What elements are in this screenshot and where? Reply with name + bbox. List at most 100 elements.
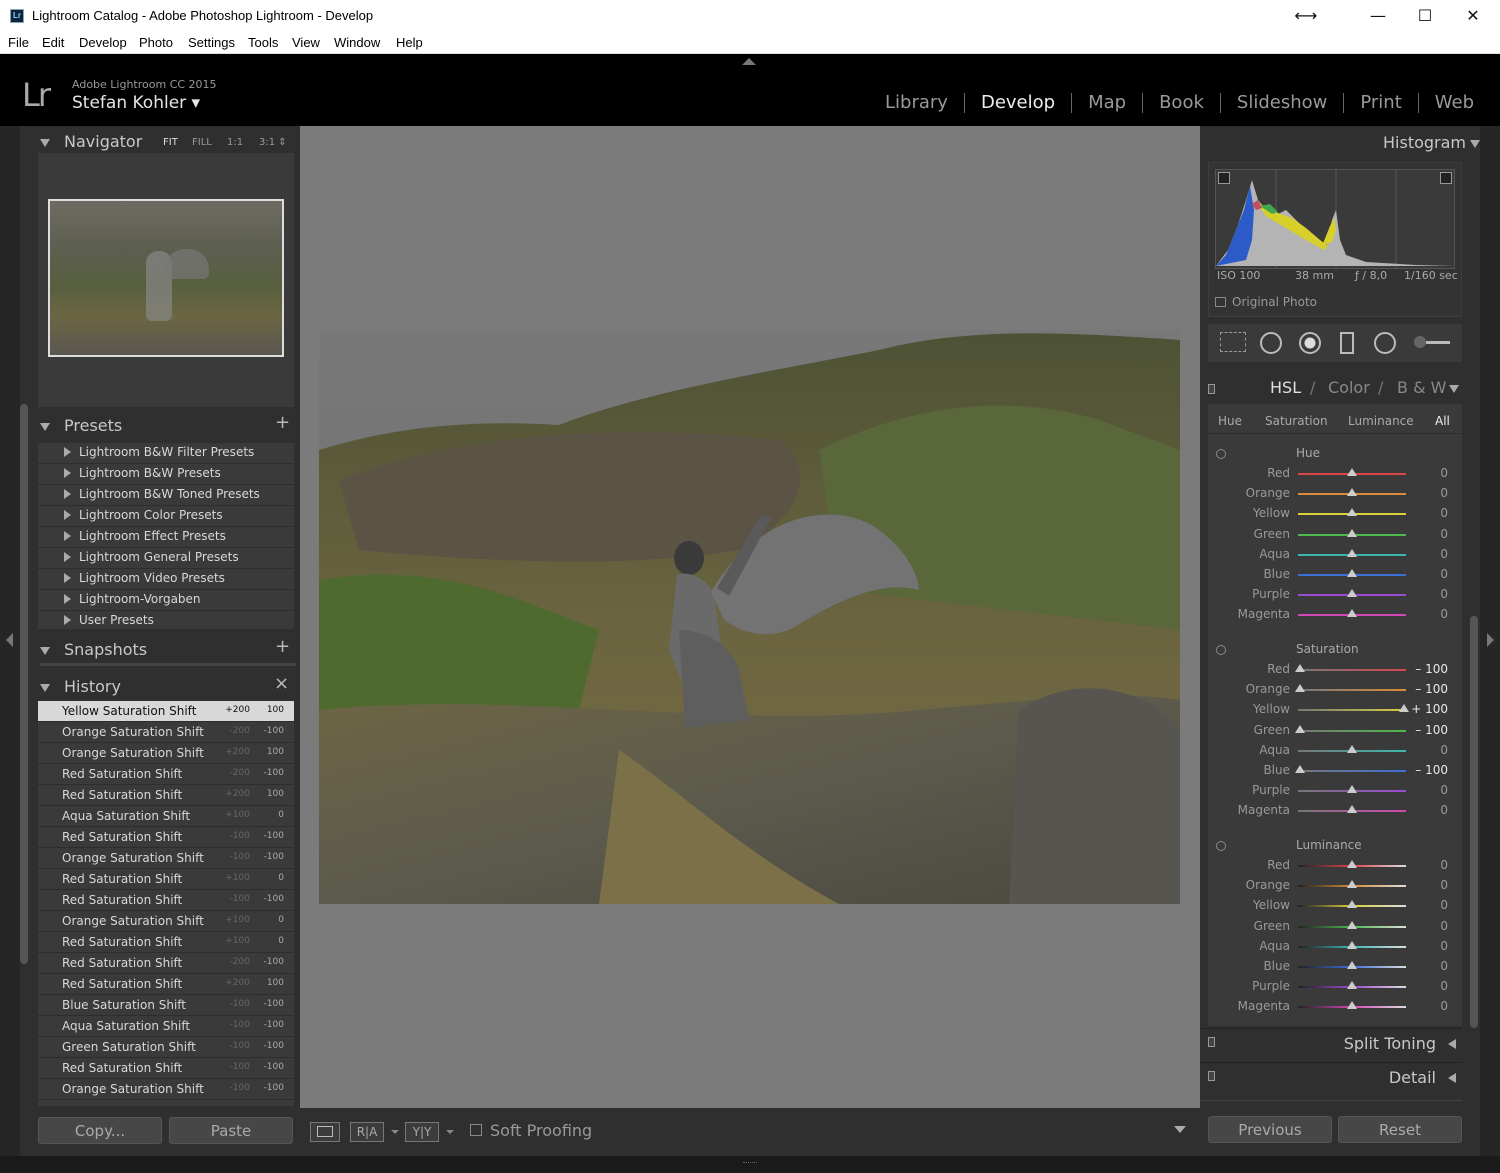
menu-window[interactable]: Window [334, 35, 380, 50]
subtab-saturation[interactable]: Saturation [1265, 414, 1328, 428]
hsl-slider-row[interactable]: Red 0 [1208, 856, 1462, 876]
close-button[interactable]: ✕ [1453, 4, 1493, 28]
panel-switch-icon[interactable] [1208, 384, 1215, 394]
slider-value[interactable]: 0 [1440, 743, 1448, 757]
slider-value[interactable]: 0 [1440, 587, 1448, 601]
slider-value[interactable]: + 100 [1411, 702, 1448, 716]
before-after-swap[interactable]: Y|Y [405, 1122, 439, 1142]
main-photo[interactable] [319, 330, 1180, 904]
hsl-slider-row[interactable]: Yellow 0 [1208, 896, 1462, 916]
slider-thumb[interactable] [1347, 900, 1357, 909]
slider-thumb[interactable] [1347, 609, 1357, 618]
adjustment-brush-icon[interactable] [1414, 336, 1450, 350]
module-develop[interactable]: Develop [963, 93, 1071, 113]
slider-track[interactable] [1298, 729, 1406, 732]
history-item[interactable]: Red Saturation Shift -100 -100 [38, 827, 294, 848]
history-item[interactable]: Orange Saturation Shift +100 0 [38, 911, 294, 932]
hsl-slider-row[interactable]: Aqua 0 [1208, 937, 1462, 957]
history-header[interactable]: History × [40, 673, 296, 703]
menu-tools[interactable]: Tools [248, 35, 278, 50]
menu-edit[interactable]: Edit [42, 35, 64, 50]
slider-thumb[interactable] [1347, 785, 1357, 794]
module-print[interactable]: Print [1343, 93, 1417, 113]
minimize-button[interactable]: — [1358, 4, 1398, 28]
slider-thumb[interactable] [1347, 961, 1357, 969]
history-item[interactable]: Red Saturation Shift -100 -100 [38, 1058, 294, 1079]
collapse-right-panel-icon[interactable] [1487, 633, 1494, 647]
preset-folder[interactable]: Lightroom Effect Presets [38, 527, 294, 548]
hsl-slider-row[interactable]: Green 0 [1208, 917, 1462, 937]
slider-thumb[interactable] [1347, 805, 1357, 814]
hsl-slider-row[interactable]: Magenta 0 [1208, 801, 1462, 821]
slider-value[interactable]: – 100 [1415, 763, 1448, 777]
module-book[interactable]: Book [1142, 93, 1220, 113]
maximize-button[interactable]: ☐ [1405, 4, 1445, 28]
hsl-slider-row[interactable]: Magenta 0 [1208, 605, 1462, 625]
tab-hsl[interactable]: HSL [1270, 378, 1301, 397]
slider-thumb[interactable] [1347, 1001, 1357, 1010]
slider-thumb[interactable] [1347, 569, 1357, 577]
hsl-slider-row[interactable]: Aqua 0 [1208, 545, 1462, 565]
hsl-slider-row[interactable]: Aqua 0 [1208, 741, 1462, 761]
slider-value[interactable]: – 100 [1415, 723, 1448, 737]
history-item[interactable]: Orange Saturation Shift -200 -100 [38, 722, 294, 743]
hsl-slider-row[interactable]: Purple 0 [1208, 977, 1462, 997]
history-item[interactable]: Red Saturation Shift -200 -100 [38, 764, 294, 785]
user-name[interactable]: Stefan Kohler ▾ [72, 93, 200, 113]
targeted-adjustment-icon[interactable] [1216, 841, 1226, 851]
reset-button[interactable]: Reset [1338, 1116, 1462, 1143]
zoom-1-1[interactable]: 1:1 [227, 137, 243, 148]
hsl-slider-row[interactable]: Yellow 0 [1208, 504, 1462, 524]
slider-track[interactable] [1298, 689, 1406, 692]
collapse-top-panel-icon[interactable] [742, 58, 756, 65]
histogram-header[interactable]: Histogram [1383, 133, 1480, 152]
hsl-slider-row[interactable]: Orange – 100 [1208, 680, 1462, 700]
history-item[interactable]: Blue Saturation Shift -100 -100 [38, 995, 294, 1016]
hsl-slider-row[interactable]: Red – 100 [1208, 660, 1462, 680]
histogram-graph[interactable] [1215, 169, 1455, 269]
slider-track[interactable] [1298, 770, 1406, 772]
history-item[interactable]: Red Saturation Shift +200 100 [38, 785, 294, 806]
paste-button[interactable]: Paste [169, 1117, 293, 1144]
slider-thumb[interactable] [1347, 880, 1357, 889]
slider-value[interactable]: 0 [1440, 898, 1448, 912]
history-item[interactable]: Aqua Saturation Shift +100 0 [38, 806, 294, 827]
history-item[interactable]: Red Saturation Shift -200 -100 [38, 953, 294, 974]
history-item[interactable]: Aqua Saturation Shift -100 -100 [38, 1016, 294, 1037]
menu-help[interactable]: Help [396, 35, 423, 50]
subtab-all[interactable]: All [1435, 414, 1450, 428]
menu-view[interactable]: View [292, 35, 320, 50]
hsl-slider-row[interactable]: Magenta 0 [1208, 997, 1462, 1017]
zoom-fit[interactable]: FIT [163, 137, 178, 148]
slider-thumb[interactable] [1347, 920, 1357, 929]
preset-folder[interactable]: Lightroom Video Presets [38, 569, 294, 590]
slider-value[interactable]: 0 [1440, 878, 1448, 892]
slider-value[interactable]: 0 [1440, 858, 1448, 872]
slider-value[interactable]: 0 [1440, 999, 1448, 1013]
before-after-dropdown-icon[interactable] [391, 1130, 399, 1134]
radial-filter-icon[interactable] [1374, 332, 1396, 354]
slider-value[interactable]: 0 [1440, 783, 1448, 797]
preset-folder[interactable]: Lightroom Color Presets [38, 506, 294, 527]
filmstrip-handle-icon[interactable] [743, 1162, 757, 1168]
preset-folder[interactable]: Lightroom B&W Toned Presets [38, 485, 294, 506]
image-canvas[interactable] [300, 126, 1200, 1108]
zoom-3-1[interactable]: 3:1 ⇕ [259, 137, 287, 148]
slider-thumb[interactable] [1347, 860, 1357, 868]
copy-button[interactable]: Copy... [38, 1117, 162, 1144]
slider-value[interactable]: 0 [1440, 466, 1448, 480]
graduated-filter-icon[interactable] [1340, 332, 1354, 354]
slider-thumb[interactable] [1347, 744, 1357, 753]
spot-removal-icon[interactable] [1260, 332, 1282, 354]
previous-button[interactable]: Previous [1208, 1116, 1332, 1143]
menu-settings[interactable]: Settings [188, 35, 235, 50]
slider-value[interactable]: 0 [1440, 486, 1448, 500]
slider-value[interactable]: 0 [1440, 979, 1448, 993]
right-panel-scrollbar[interactable] [1470, 616, 1478, 1028]
slider-thumb[interactable] [1347, 548, 1357, 557]
slider-value[interactable]: 0 [1440, 506, 1448, 520]
slider-thumb[interactable] [1347, 508, 1357, 517]
clear-history-button[interactable]: × [274, 673, 289, 694]
hsl-slider-row[interactable]: Blue 0 [1208, 957, 1462, 977]
history-item[interactable]: Yellow Saturation Shift +200 100 [38, 701, 294, 722]
